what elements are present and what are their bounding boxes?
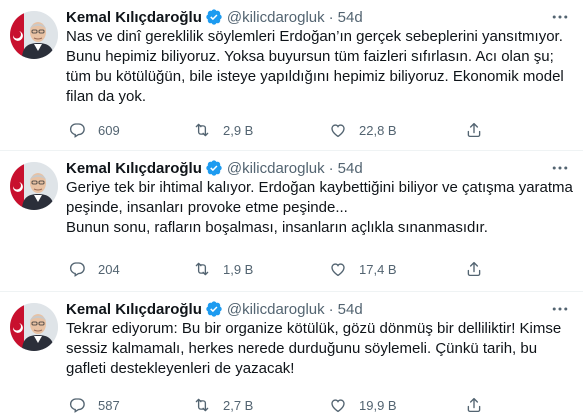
reply-count: 609 bbox=[98, 122, 120, 138]
reply-icon bbox=[69, 398, 85, 413]
like-count: 22,8 B bbox=[359, 122, 397, 138]
reply-button[interactable]: 587 bbox=[68, 395, 120, 415]
tweet-text-line: peşinde, insanları provoke etme peşinde.… bbox=[66, 199, 348, 216]
tweet[interactable]: Kemal Kılıçdaroğlu @kilicdarogluk · 54d … bbox=[0, 0, 583, 151]
tweet-text-line: Bunun sonu, rafların boşalması, insanlar… bbox=[66, 219, 488, 236]
reply-count: 204 bbox=[98, 261, 120, 277]
retweet-count: 2,7 B bbox=[223, 397, 254, 413]
tweet-text-line: Bunu hepimiz biliyoruz. Yoksa buyursun t… bbox=[66, 48, 554, 65]
share-icon bbox=[467, 397, 481, 413]
share-icon bbox=[467, 261, 481, 277]
author-name[interactable]: Kemal Kılıçdaroğlu bbox=[66, 9, 202, 26]
retweet-button[interactable]: 2,7 B bbox=[193, 395, 253, 415]
retweet-button[interactable]: 2,9 B bbox=[193, 120, 253, 140]
share-button[interactable] bbox=[465, 395, 483, 415]
verified-badge-icon bbox=[205, 159, 223, 177]
timestamp[interactable]: 54d bbox=[338, 9, 363, 26]
author-name[interactable]: Kemal Kılıçdaroğlu bbox=[66, 301, 202, 318]
like-icon bbox=[331, 124, 345, 138]
retweet-icon bbox=[195, 262, 209, 276]
like-icon bbox=[331, 399, 345, 413]
reply-icon bbox=[69, 262, 85, 277]
more-icon[interactable] bbox=[551, 161, 569, 175]
timestamp[interactable]: 54d bbox=[338, 301, 363, 318]
tweet-text: Geriye tek bir ihtimal kalıyor. Erdoğan … bbox=[66, 178, 574, 238]
share-icon bbox=[467, 122, 481, 138]
tweet-text: Tekrar ediyorum: Bu bir organize kötülük… bbox=[66, 319, 574, 379]
tweet-text-line: filan da yok. bbox=[66, 88, 147, 105]
separator-dot: · bbox=[328, 300, 334, 318]
more-icon[interactable] bbox=[551, 302, 569, 316]
author-handle[interactable]: @kilicdarogluk bbox=[227, 160, 325, 177]
retweet-icon bbox=[195, 398, 209, 412]
reply-button[interactable]: 204 bbox=[68, 259, 120, 279]
tweet-actions: 609 2,9 B 22,8 B bbox=[66, 120, 573, 140]
avatar[interactable] bbox=[10, 303, 58, 351]
author-name[interactable]: Kemal Kılıçdaroğlu bbox=[66, 160, 202, 177]
like-count: 19,9 B bbox=[359, 397, 397, 413]
reply-count: 587 bbox=[98, 397, 120, 413]
verified-badge-icon bbox=[205, 8, 223, 26]
retweet-count: 2,9 B bbox=[223, 122, 254, 138]
tweet-text-line: gafleti destekleyenleri de yazacak! bbox=[66, 360, 295, 377]
author-handle[interactable]: @kilicdarogluk bbox=[227, 301, 325, 318]
separator-dot: · bbox=[328, 8, 334, 26]
retweet-count: 1,9 B bbox=[223, 261, 254, 277]
like-button[interactable]: 17,4 B bbox=[329, 259, 397, 279]
share-button[interactable] bbox=[465, 120, 483, 140]
separator-dot: · bbox=[328, 159, 334, 177]
retweet-button[interactable]: 1,9 B bbox=[193, 259, 253, 279]
tweet-feed: Kemal Kılıçdaroğlu @kilicdarogluk · 54d … bbox=[0, 0, 583, 420]
tweet-actions: 587 2,7 B 19,9 B bbox=[66, 395, 573, 415]
tweet-actions: 204 1,9 B 17,4 B bbox=[66, 259, 573, 279]
tweet-text-line: tüm bu kötülüğün, bile isteye yapıldığın… bbox=[66, 68, 564, 85]
tweet-header: Kemal Kılıçdaroğlu @kilicdarogluk · 54d bbox=[66, 6, 543, 28]
avatar[interactable] bbox=[10, 162, 58, 210]
tweet-header: Kemal Kılıçdaroğlu @kilicdarogluk · 54d bbox=[66, 157, 543, 179]
like-count: 17,4 B bbox=[359, 261, 397, 277]
verified-badge-icon bbox=[205, 300, 223, 318]
tweet-text: Nas ve dinî gereklilik söylemleri Erdoğa… bbox=[66, 27, 574, 107]
reply-button[interactable]: 609 bbox=[68, 120, 120, 140]
author-handle[interactable]: @kilicdarogluk bbox=[227, 9, 325, 26]
reply-icon bbox=[69, 123, 85, 138]
timestamp[interactable]: 54d bbox=[338, 160, 363, 177]
more-icon[interactable] bbox=[551, 10, 569, 24]
tweet-header: Kemal Kılıçdaroğlu @kilicdarogluk · 54d bbox=[66, 298, 543, 320]
tweet-text-line: Nas ve dinî gereklilik söylemleri Erdoğa… bbox=[66, 28, 563, 45]
like-button[interactable]: 19,9 B bbox=[329, 395, 397, 415]
tweet-text-line: Tekrar ediyorum: Bu bir organize kötülük… bbox=[66, 320, 562, 337]
tweet[interactable]: Kemal Kılıçdaroğlu @kilicdarogluk · 54d … bbox=[0, 292, 583, 420]
like-icon bbox=[331, 263, 345, 277]
avatar[interactable] bbox=[10, 11, 58, 59]
like-button[interactable]: 22,8 B bbox=[329, 120, 397, 140]
retweet-icon bbox=[195, 123, 209, 137]
tweet-text-line: Geriye tek bir ihtimal kalıyor. Erdoğan … bbox=[66, 179, 573, 196]
tweet[interactable]: Kemal Kılıçdaroğlu @kilicdarogluk · 54d … bbox=[0, 151, 583, 292]
share-button[interactable] bbox=[465, 259, 483, 279]
tweet-text-line: sessiz kalmamalı, herkes nerede durduğun… bbox=[66, 340, 538, 357]
